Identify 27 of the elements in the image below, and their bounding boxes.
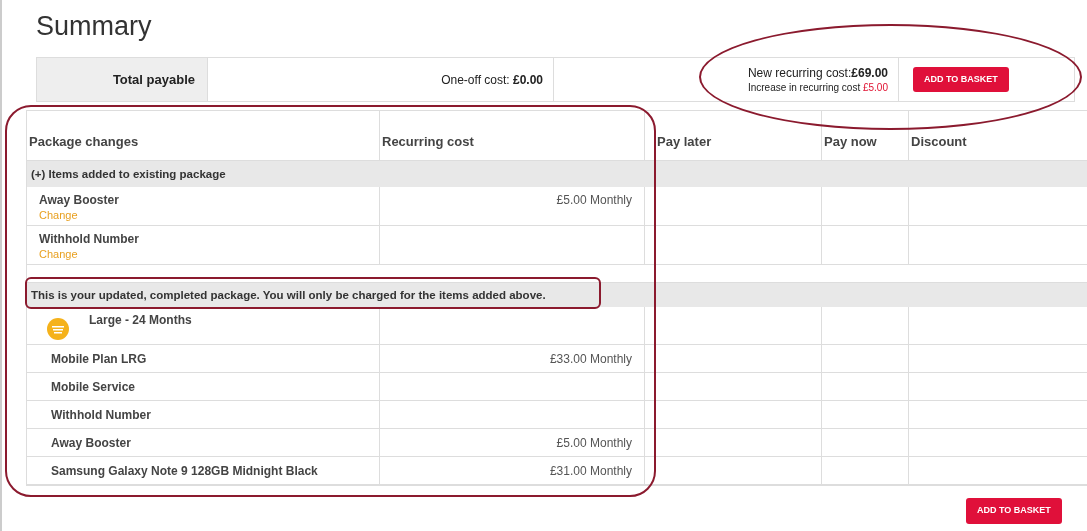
column-header: Pay later	[657, 134, 712, 149]
recurring-cost: £33.00 Monthly	[549, 350, 632, 367]
item-name: Away Booster	[39, 192, 120, 208]
item-name: Samsung Galaxy Note 9 128GB Midnight Black	[51, 462, 318, 479]
badge-icon	[47, 318, 69, 340]
item-name: Large - 24 Months	[89, 312, 192, 329]
recurring-cost: £5.00 Monthly	[556, 434, 632, 451]
column-header: Package changes	[29, 134, 139, 149]
add-to-basket-button[interactable]: ADD TO BASKET	[966, 498, 1062, 524]
item-name: Mobile Plan LRG	[51, 350, 147, 367]
recurring-cost: £5.00 Monthly	[556, 192, 632, 209]
column-header: Recurring cost	[382, 134, 474, 149]
recurring-increase: Increase in recurring cost £5.00	[747, 80, 888, 95]
add-to-basket-button[interactable]: ADD TO BASKET	[913, 67, 1009, 92]
item-name: Away Booster	[51, 434, 131, 451]
column-header: Pay now	[824, 134, 877, 149]
new-recurring-cost: New recurring cost:£69.00	[747, 64, 888, 81]
item-name: Withhold Number	[39, 231, 140, 247]
one-off-cost: One-off cost: £0.00	[441, 71, 543, 89]
item-name: Withhold Number	[51, 406, 151, 423]
page-title: Summary	[36, 10, 152, 43]
section-title: This is your updated, completed package. You will only be charged for the items added above.	[31, 288, 546, 302]
item-name: Mobile Service	[51, 378, 136, 395]
column-header: Discount	[911, 134, 967, 149]
recurring-cost: £31.00 Monthly	[549, 462, 632, 479]
section-title: (+) Items added to existing package	[31, 167, 226, 181]
total-label: Total payable	[112, 70, 195, 89]
